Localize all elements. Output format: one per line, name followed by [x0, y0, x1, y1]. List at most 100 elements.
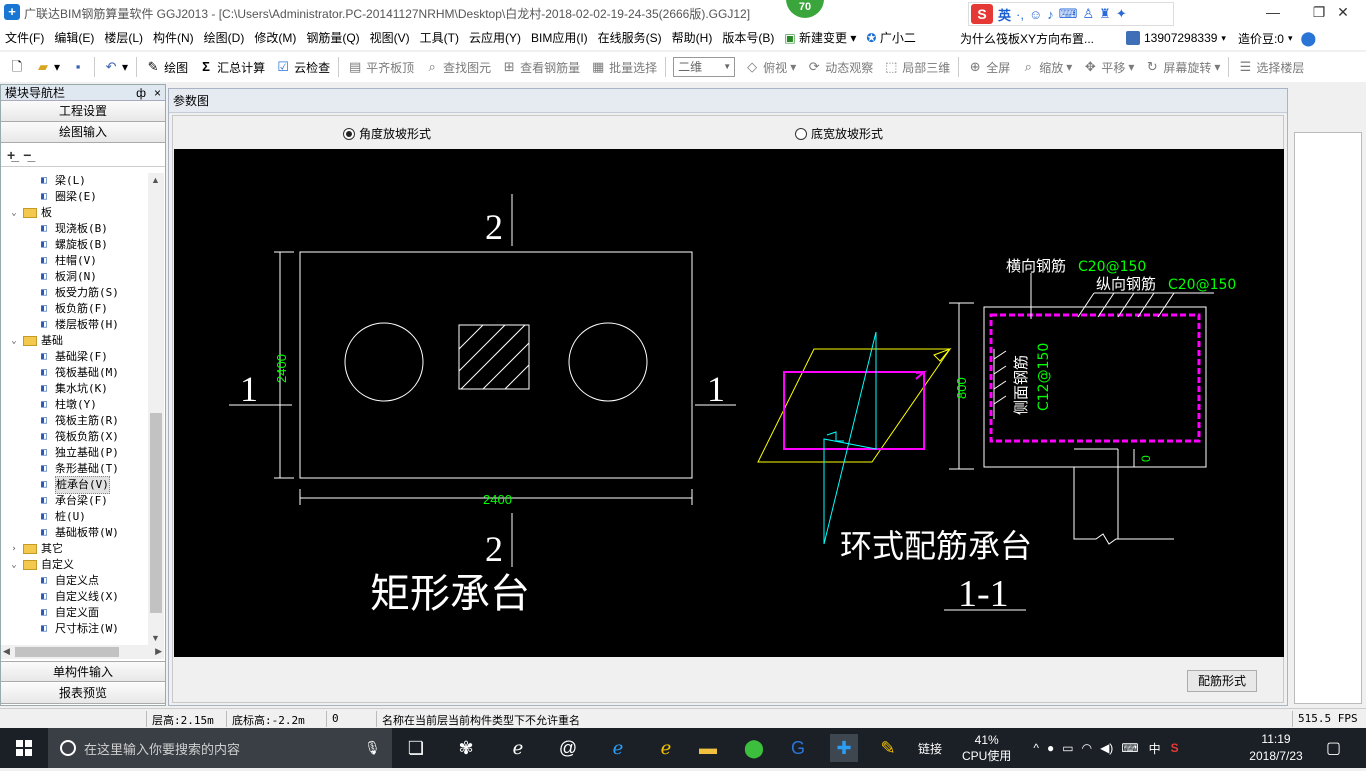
menu-cloud[interactable]: 云应用(Y) [464, 26, 526, 50]
tree-item[interactable]: ◧ 梁(L) [1, 173, 147, 189]
tree-item[interactable]: ◧ 自定义线(X) [1, 589, 147, 605]
tools-icon[interactable]: ✦ [1116, 6, 1127, 22]
find-element-button[interactable]: ⌕ 查找图元 [419, 54, 496, 80]
tray-battery-icon[interactable]: ▭ [1062, 741, 1073, 755]
tray-volume-icon[interactable]: ◀) [1100, 741, 1113, 755]
zoom-button[interactable]: ⌕ 缩放 ▾ [1015, 54, 1077, 80]
scroll-down-icon[interactable]: ▼ [151, 633, 160, 643]
tree-item[interactable]: ◧ 基础梁(F) [1, 349, 147, 365]
save-button[interactable]: ▪ [65, 54, 91, 80]
rebar-form-button[interactable]: 配筋形式 [1187, 670, 1257, 692]
tree-item[interactable]: ◧ 自定义点 [1, 573, 147, 589]
tree-folder[interactable]: ⌄ 基础 [1, 333, 147, 349]
price-beans[interactable]: 造价豆:0 [1238, 30, 1284, 47]
drawing-input-button[interactable]: 绘图输入 [1, 122, 165, 143]
user-icon[interactable]: ♙ [1083, 6, 1095, 22]
top-view-button[interactable]: ◇ 俯视 ▾ [739, 54, 801, 80]
cpu-usage[interactable]: 41% CPU使用 [962, 732, 1011, 764]
tree-item[interactable]: ◧ 板洞(N) [1, 269, 147, 285]
tree-item[interactable]: ◧ 基础板带(W) [1, 525, 147, 541]
taskbar-search[interactable]: 在这里输入你要搜索的内容 🎙 [48, 728, 392, 768]
ie-browser-icon[interactable]: ℯ [504, 734, 532, 762]
tree-item[interactable]: ◧ 柱墩(Y) [1, 397, 147, 413]
menu-version[interactable]: 版本号(B) [717, 26, 779, 50]
tray-expand-icon[interactable]: ^ [1033, 741, 1039, 755]
menu-help[interactable]: 帮助(H) [667, 26, 718, 50]
menu-edit[interactable]: 编辑(E) [49, 26, 99, 50]
menu-view[interactable]: 视图(V) [365, 26, 415, 50]
radio-bottom-width-dot[interactable] [795, 127, 807, 140]
tree-item[interactable]: ◧ 集水坑(K) [1, 381, 147, 397]
ime-lang-toggle[interactable]: 英 [998, 5, 1011, 24]
tree-item[interactable]: ◧ 筏板主筋(R) [1, 413, 147, 429]
menu-bim[interactable]: BIM应用(I) [526, 26, 593, 50]
tree-vertical-scrollbar[interactable]: ▲ ▼ [148, 173, 164, 645]
pan-button[interactable]: ✥ 平移 ▾ [1077, 54, 1139, 80]
sogou-logo-icon[interactable]: S [971, 4, 993, 24]
phone-number[interactable]: 13907298339 [1144, 31, 1217, 45]
tree-folder[interactable]: ⌄ 板 [1, 205, 147, 221]
radio-bottom-width-slope[interactable]: 底宽放坡形式 [795, 125, 883, 142]
tree-item[interactable]: ◧ 桩承台(V) [1, 476, 147, 494]
start-button[interactable] [0, 728, 48, 768]
menu-assistant[interactable]: ✪ 广小二 [861, 26, 920, 50]
undo-button[interactable]: ↶ ▾ [98, 54, 133, 80]
fan-app-icon[interactable]: ✾ [452, 734, 480, 762]
menu-modify[interactable]: 修改(M) [249, 26, 301, 50]
tree-item[interactable]: ◧ 筏板基础(M) [1, 365, 147, 381]
draw-button[interactable]: ✎ 绘图 [140, 54, 193, 80]
tray-sogou-icon[interactable]: S [1171, 741, 1179, 755]
tree-item[interactable]: ◧ 自定义面 [1, 605, 147, 621]
tree-item[interactable]: ◧ 圈梁(E) [1, 189, 147, 205]
edge-icon[interactable]: ℯ [604, 734, 632, 762]
expand-arrow-icon[interactable]: › [9, 541, 19, 557]
skin-icon[interactable]: ♜ [1099, 6, 1111, 22]
keyboard-icon[interactable]: ⌨ [1059, 6, 1078, 22]
glodon-g-icon[interactable]: G [784, 734, 812, 762]
menu-online-service[interactable]: 在线服务(S) [593, 26, 667, 50]
tree-vertical-scroll-thumb[interactable] [150, 413, 162, 613]
notification-icon[interactable]: ▢ [1326, 738, 1341, 758]
ie-icon[interactable]: ℯ [652, 734, 680, 762]
tree-item[interactable]: ◧ 板负筋(F) [1, 301, 147, 317]
tree-item[interactable]: ◧ 尺寸标注(W) [1, 621, 147, 637]
collapse-arrow-icon[interactable]: ⌄ [9, 333, 19, 349]
tray-keyboard-icon[interactable]: ⌨ [1121, 741, 1138, 755]
tree-folder[interactable]: ⌄ 自定义 [1, 557, 147, 573]
scroll-up-icon[interactable]: ▲ [151, 175, 160, 185]
cloud-check-button[interactable]: ☑ 云检查 [270, 54, 335, 80]
scroll-right-icon[interactable]: ▶ [155, 646, 162, 657]
collapse-arrow-icon[interactable]: ⌄ [9, 557, 19, 573]
close-button[interactable]: ✕ [1320, 0, 1366, 26]
notes-app-icon[interactable]: ✎ [874, 734, 902, 762]
open-file-button[interactable]: ▰ ▾ [30, 54, 65, 80]
tray-user-icon[interactable]: ● [1047, 741, 1054, 755]
menu-new-change[interactable]: ▣ 新建变更 ▾ [779, 26, 861, 50]
batch-select-button[interactable]: ▦ 批量选择 [585, 54, 662, 80]
cloud-logo-icon[interactable]: ⬤ [1301, 30, 1317, 47]
dynamic-view-button[interactable]: ⟳ 动态观察 [801, 54, 878, 80]
collapse-all-icon[interactable]: −̲ [23, 147, 31, 163]
ggj-app-icon[interactable]: ✚ [830, 734, 858, 762]
menu-component[interactable]: 构件(N) [148, 26, 199, 50]
level-slab-top-button[interactable]: ▤ 平齐板顶 [342, 54, 419, 80]
tree-item[interactable]: ◧ 条形基础(T) [1, 461, 147, 477]
report-preview-button[interactable]: 报表预览 [1, 683, 165, 704]
view-mode-select[interactable]: 二维 [673, 57, 736, 77]
new-file-button[interactable]: 🗋 [4, 54, 30, 80]
nav-close-icon[interactable]: × [154, 86, 161, 100]
spiral-app-icon[interactable]: @ [554, 734, 582, 762]
collapse-arrow-icon[interactable]: ⌄ [9, 205, 19, 221]
tree-item[interactable]: ◧ 筏板负筋(X) [1, 429, 147, 445]
menu-draw[interactable]: 绘图(D) [199, 26, 250, 50]
tree-item[interactable]: ◧ 桩(U) [1, 509, 147, 525]
tree-item[interactable]: ◧ 承台梁(F) [1, 493, 147, 509]
tree-horizontal-scroll-thumb[interactable] [15, 647, 119, 657]
minimize-button[interactable]: — [1250, 0, 1296, 26]
radio-angle-slope[interactable]: 角度放坡形式 [343, 125, 431, 142]
pin-icon[interactable]: ф [136, 86, 146, 100]
tree-item[interactable]: ◧ 独立基础(P) [1, 445, 147, 461]
view-rebar-button[interactable]: ⊞ 查看钢筋量 [496, 54, 585, 80]
select-floor-button[interactable]: ☰ 选择楼层 [1232, 54, 1309, 80]
clock[interactable]: 11:19 2018/7/23 [1236, 731, 1316, 765]
